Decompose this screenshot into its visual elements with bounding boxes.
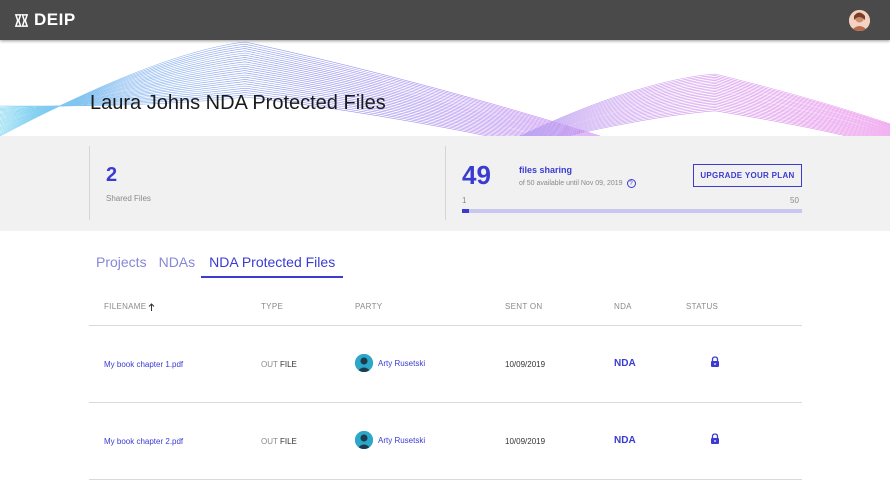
status-indicator xyxy=(710,433,720,446)
file-name-link[interactable]: My book chapter 1.pdf xyxy=(104,360,183,369)
column-header-sent-on[interactable]: SENT ON xyxy=(505,302,543,311)
tab-nda-protected-files[interactable]: NDA Protected Files xyxy=(201,252,344,278)
column-header-party[interactable]: PARTY xyxy=(355,302,382,311)
column-header-nda[interactable]: NDA xyxy=(614,302,632,311)
sent-on-date: 10/09/2019 xyxy=(505,437,546,446)
hero-banner: Laura Johns NDA Protected Files xyxy=(0,40,890,136)
table-row[interactable]: My book chapter 1.pdf OUT FILE Arty Ruse… xyxy=(89,326,802,403)
column-header-filename-label: FILENAME xyxy=(104,302,147,311)
party-name: Arty Rusetski xyxy=(378,435,426,445)
quota-progress-fill xyxy=(462,209,469,213)
shared-files-label: Shared Files xyxy=(106,194,151,203)
files-sharing-title: files sharing xyxy=(519,165,573,175)
file-kind: FILE xyxy=(279,437,297,446)
party-avatar xyxy=(355,354,373,372)
file-type: OUT FILE xyxy=(261,437,297,446)
party-avatar-image xyxy=(355,431,373,449)
files-sharing-subtitle-text: of 50 available until Nov 09, 2019 xyxy=(519,180,623,187)
quota-range-min: 1 xyxy=(462,196,467,205)
files-sharing-subtitle: of 50 available until Nov 09, 2019 ? xyxy=(519,179,636,188)
brand-logo[interactable]: DEIP xyxy=(14,10,76,30)
user-avatar-image xyxy=(849,10,870,31)
quota-range-max: 50 xyxy=(790,196,799,205)
party-name: Arty Rusetski xyxy=(378,358,426,368)
brand-name: DEIP xyxy=(34,10,76,29)
column-header-status[interactable]: STATUS xyxy=(686,302,718,311)
upgrade-plan-button[interactable]: UPGRADE YOUR PLAN xyxy=(693,164,802,187)
hero-line xyxy=(519,73,890,136)
stats-panel: 2 Shared Files 49 files sharing of 50 av… xyxy=(0,136,890,231)
divider xyxy=(445,146,446,220)
page-title: Laura Johns NDA Protected Files xyxy=(90,92,386,114)
file-direction: OUT xyxy=(261,437,278,446)
sort-ascending-icon[interactable] xyxy=(148,302,155,311)
quota-progress-bar xyxy=(462,209,802,213)
file-direction: OUT xyxy=(261,360,278,369)
table-row[interactable]: My book chapter 2.pdf OUT FILE Arty Ruse… xyxy=(89,403,802,480)
tab-bar: Projects NDAs NDA Protected Files xyxy=(90,252,344,278)
column-header-filename[interactable]: FILENAME xyxy=(104,302,155,311)
nda-link[interactable]: NDA xyxy=(614,358,636,369)
tab-ndas[interactable]: NDAs xyxy=(153,252,202,278)
hero-decoration xyxy=(0,41,890,136)
column-header-type[interactable]: TYPE xyxy=(261,302,283,311)
user-avatar[interactable] xyxy=(849,10,870,31)
sent-on-date: 10/09/2019 xyxy=(505,360,546,369)
app-bar: DEIP xyxy=(0,0,890,40)
help-icon[interactable]: ? xyxy=(626,179,636,188)
status-indicator xyxy=(710,356,720,369)
file-name-link[interactable]: My book chapter 2.pdf xyxy=(104,437,183,446)
shared-files-count: 2 xyxy=(106,164,118,186)
hero-line xyxy=(525,81,890,136)
lock-icon xyxy=(711,356,719,367)
party-link[interactable]: Arty Rusetski xyxy=(355,354,425,372)
party-avatar-image xyxy=(355,354,373,372)
party-avatar xyxy=(355,431,373,449)
tab-projects[interactable]: Projects xyxy=(90,252,153,278)
deip-logo-icon xyxy=(14,13,29,27)
table-header: FILENAME TYPE PARTY SENT ON NDA STATUS xyxy=(89,298,802,326)
lock-icon xyxy=(711,433,719,444)
file-type: OUT FILE xyxy=(261,360,297,369)
nda-link[interactable]: NDA xyxy=(614,435,636,446)
files-sharing-count: 49 xyxy=(462,160,491,190)
divider xyxy=(89,146,90,220)
file-kind: FILE xyxy=(279,360,297,369)
party-link[interactable]: Arty Rusetski xyxy=(355,431,425,449)
